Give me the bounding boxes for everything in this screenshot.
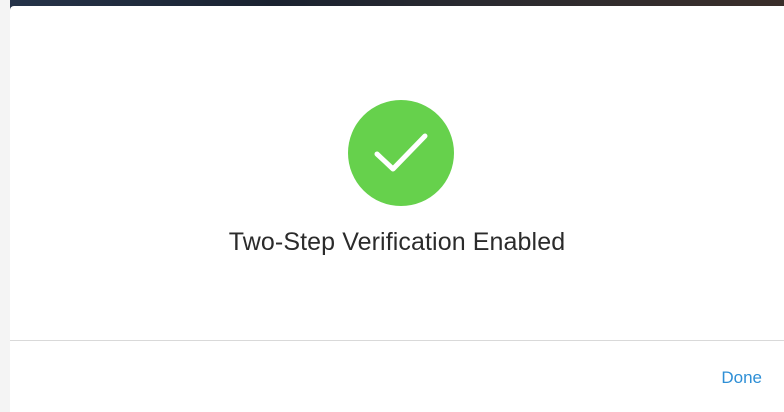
- dialog-title: Two-Step Verification Enabled: [228, 228, 566, 256]
- confirmation-dialog: Two-Step Verification Enabled Done: [10, 6, 784, 412]
- checkmark-icon: [374, 133, 428, 172]
- divider: [10, 340, 784, 341]
- underlying-window-edge: [0, 0, 10, 412]
- done-button[interactable]: Done: [721, 368, 762, 388]
- checkmark-circle-icon: [348, 100, 454, 206]
